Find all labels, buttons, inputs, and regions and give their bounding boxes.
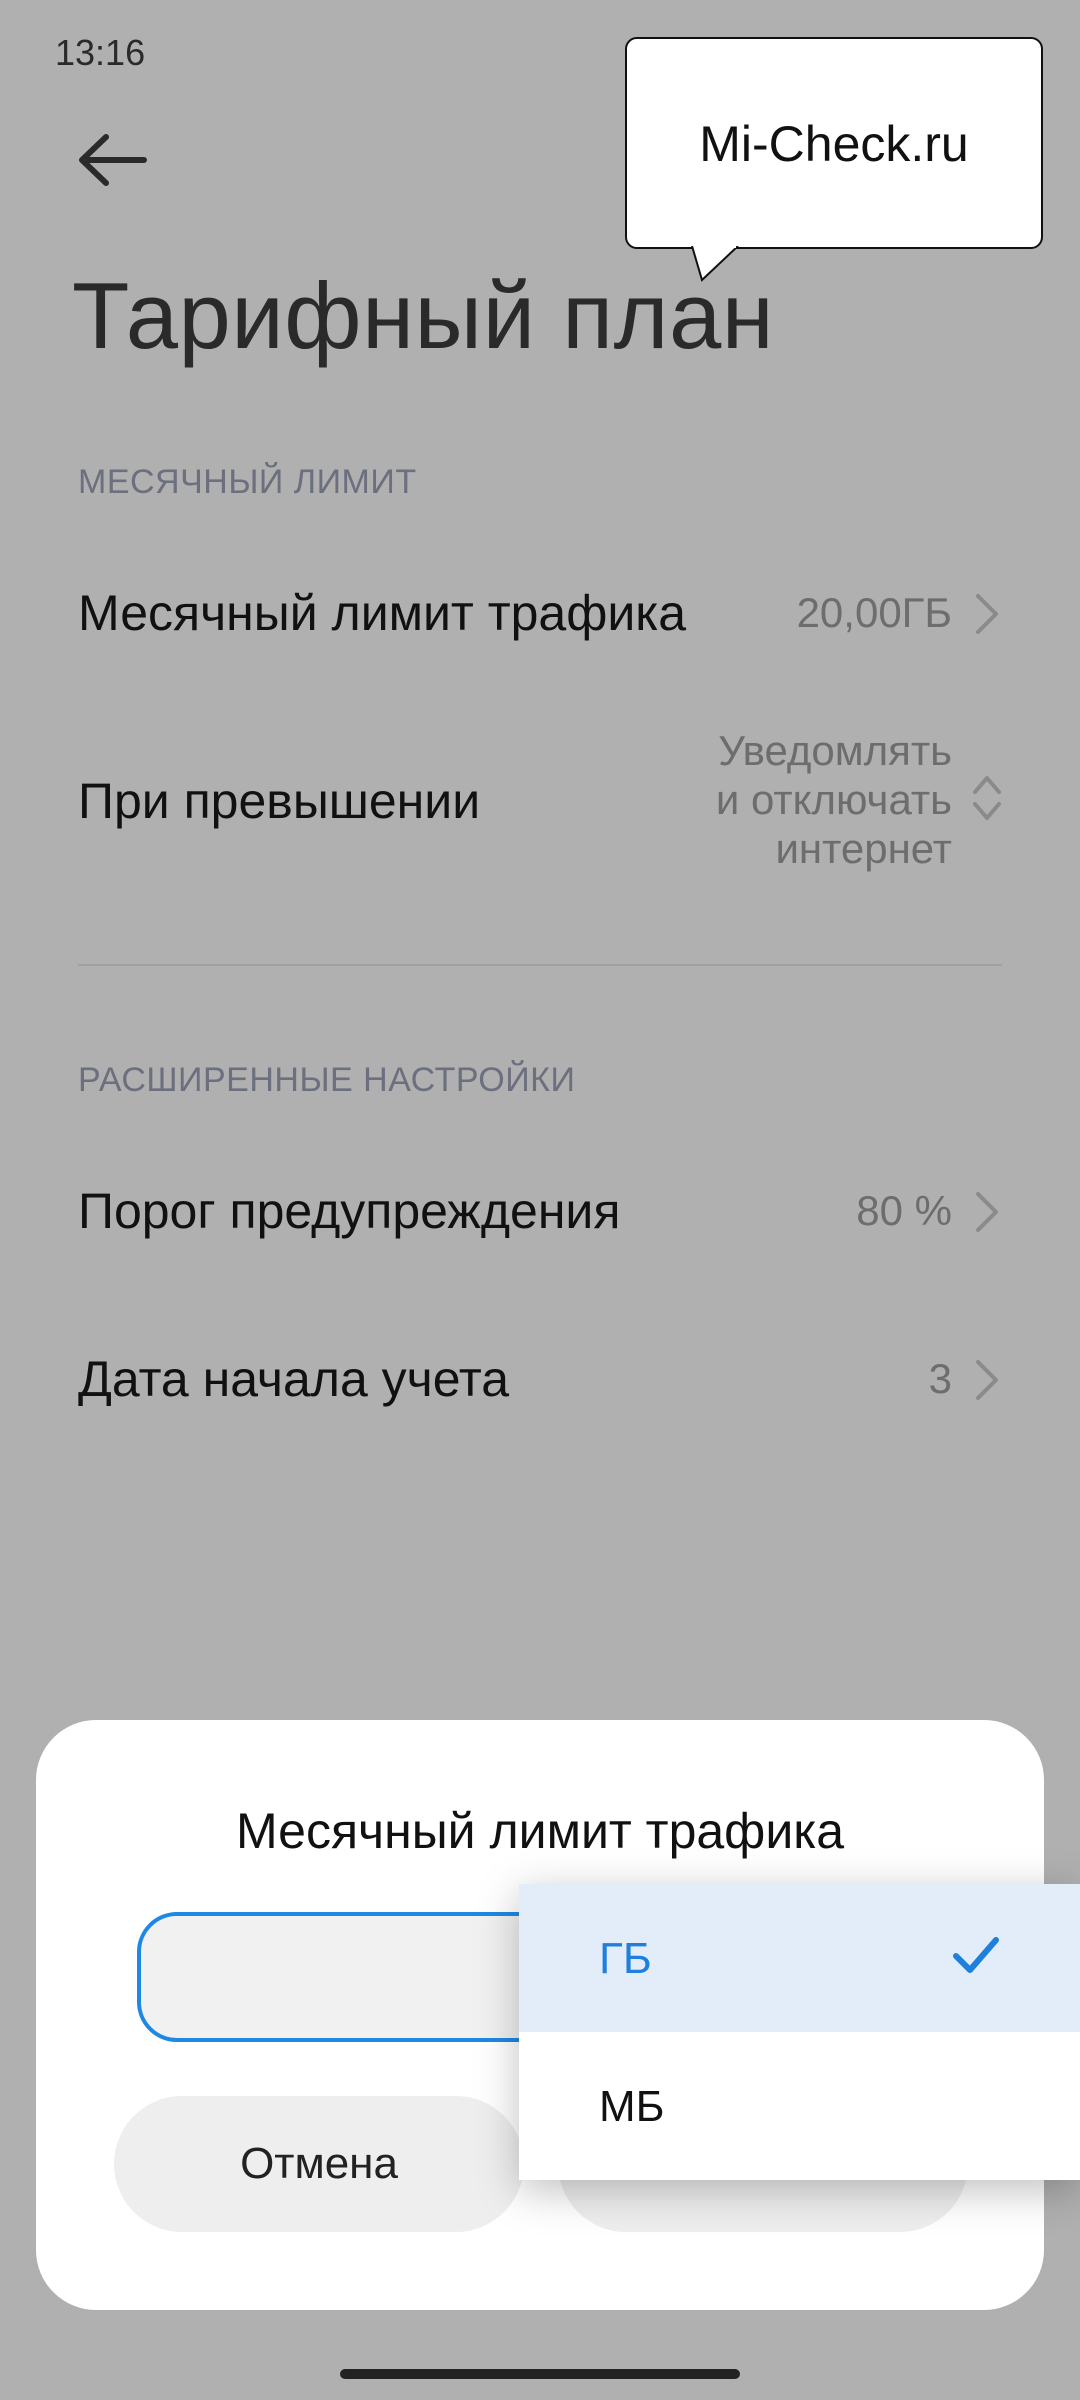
unit-dropdown: ГБ МБ <box>519 1884 1080 2180</box>
watermark-callout: Mi-Check.ru <box>625 37 1043 249</box>
section-divider <box>78 964 1002 966</box>
checkmark-icon <box>953 1937 999 1973</box>
on-exceed-value-line2: и отключать <box>715 776 952 823</box>
chevron-right-icon <box>976 1360 998 1400</box>
on-exceed-label: При превышении <box>78 773 481 829</box>
on-exceed-value-line1: Уведомлять <box>718 727 952 774</box>
home-indicator[interactable] <box>340 2369 740 2379</box>
back-arrow-icon[interactable] <box>72 125 152 195</box>
dropdown-option-gb[interactable]: ГБ <box>519 1884 1080 2032</box>
warning-threshold-value: 80 % <box>856 1187 952 1234</box>
page-title: Тарифный план <box>72 263 775 368</box>
monthly-limit-label: Месячный лимит трафика <box>78 585 687 641</box>
dropdown-option-label: МБ <box>599 2082 665 2131</box>
billing-start-date-value: 3 <box>928 1355 952 1402</box>
billing-start-date-label: Дата начала учета <box>78 1351 510 1407</box>
monthly-limit-value: 20,00ГБ <box>796 589 952 636</box>
chevron-right-icon <box>976 1192 998 1232</box>
watermark-text: Mi-Check.ru <box>699 116 969 172</box>
dropdown-option-label: ГБ <box>599 1934 652 1983</box>
dropdown-option-mb[interactable]: МБ <box>519 2032 1080 2180</box>
chevron-right-icon <box>976 594 998 634</box>
section-header-monthly: МЕСЯЧНЫЙ ЛИМИТ <box>78 463 417 501</box>
dialog-title: Месячный лимит трафика <box>235 1803 845 1859</box>
chevron-up-down-icon <box>973 776 1001 820</box>
cancel-button[interactable]: Отмена <box>114 2096 524 2232</box>
on-exceed-value: Уведомлять и отключать интернет <box>716 726 952 873</box>
status-bar-time: 13:16 <box>55 32 146 73</box>
warning-threshold-label: Порог предупреждения <box>78 1183 621 1239</box>
callout-tail <box>691 246 739 282</box>
on-exceed-value-line3: интернет <box>775 825 952 872</box>
section-header-advanced: РАСШИРЕННЫЕ НАСТРОЙКИ <box>78 1061 576 1099</box>
